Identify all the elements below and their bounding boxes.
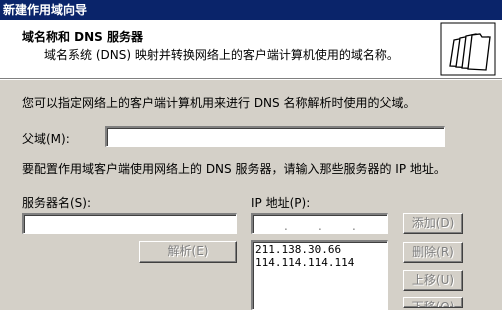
header-divider bbox=[0, 79, 502, 80]
server-name-input[interactable] bbox=[22, 213, 237, 234]
dns-server-list[interactable]: 211.138.30.66 114.114.114.114 bbox=[251, 240, 388, 310]
wizard-header: 域名称和 DNS 服务器 域名系统 (DNS) 映射并转换网络上的客户端计算机使… bbox=[0, 20, 502, 79]
window-title: 新建作用域向导 bbox=[3, 3, 88, 17]
server-name-label: 服务器名(S): bbox=[22, 196, 92, 210]
folders-icon bbox=[440, 22, 496, 76]
page-description: 域名系统 (DNS) 映射并转换网络上的客户端计算机使用的域名称。 bbox=[44, 48, 399, 62]
config-text: 要配置作用域客户端使用网络上的 DNS 服务器，请输入那些服务器的 IP 地址。 bbox=[22, 162, 446, 176]
ip-address-input[interactable]: . . . bbox=[251, 213, 388, 234]
ip-address-label: IP 地址(P): bbox=[251, 196, 311, 210]
parent-domain-input[interactable] bbox=[105, 126, 445, 147]
resolve-button[interactable]: 解析(E) bbox=[139, 241, 237, 263]
intro-text: 您可以指定网络上的客户端计算机用来进行 DNS 名称解析时使用的父域。 bbox=[22, 96, 416, 110]
ip-separator: . bbox=[318, 219, 322, 233]
add-button[interactable]: 添加(D) bbox=[403, 213, 463, 234]
move-up-button[interactable]: 上移(U) bbox=[403, 270, 463, 291]
window-title-bar: 新建作用域向导 bbox=[0, 0, 502, 20]
delete-button[interactable]: 删除(R) bbox=[403, 242, 463, 263]
list-item[interactable]: 114.114.114.114 bbox=[255, 256, 385, 269]
parent-domain-label: 父域(M): bbox=[22, 132, 70, 146]
ip-separator: . bbox=[284, 219, 288, 233]
move-down-button[interactable]: 下移(O) bbox=[403, 297, 463, 308]
page-title: 域名称和 DNS 服务器 bbox=[22, 30, 144, 44]
list-item[interactable]: 211.138.30.66 bbox=[255, 243, 385, 256]
ip-separator: . bbox=[352, 219, 356, 233]
